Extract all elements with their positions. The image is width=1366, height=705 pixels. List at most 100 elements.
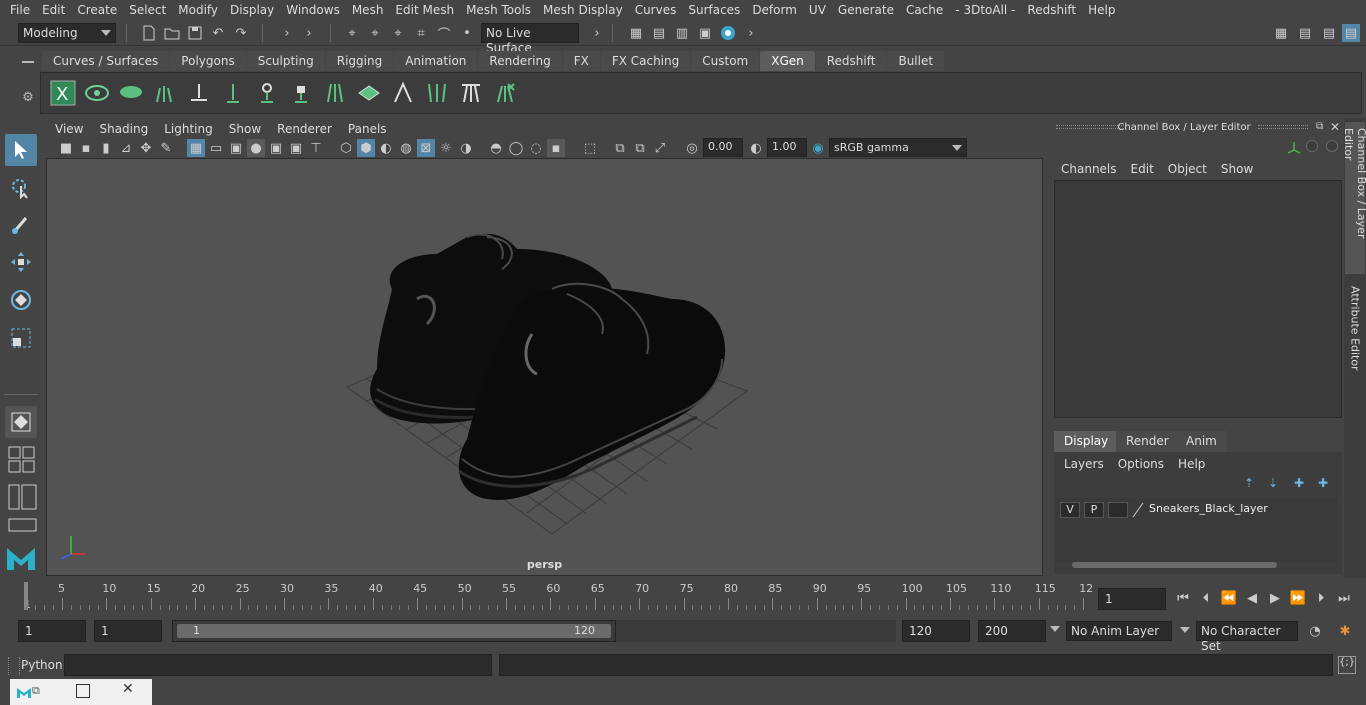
open-scene-icon[interactable]	[163, 24, 181, 42]
xgen-preview-icon[interactable]	[83, 79, 111, 107]
toggle-layout-icon[interactable]: ▤	[1320, 24, 1338, 42]
menu-3dtoall[interactable]: - 3DtoAll -	[949, 3, 1021, 17]
tab-bullet[interactable]: Bullet	[887, 51, 945, 71]
render-settings-icon[interactable]: ▦	[627, 24, 645, 42]
select-object-icon[interactable]: ⌖	[366, 24, 384, 42]
cb-menu-edit[interactable]: Edit	[1124, 162, 1161, 176]
command-input[interactable]	[64, 654, 492, 676]
axis-icon[interactable]	[1286, 140, 1302, 154]
shelf-menu-icon[interactable]	[18, 56, 38, 68]
menu-mesh-tools[interactable]: Mesh Tools	[460, 3, 537, 17]
multi-view-icon[interactable]: ⧉	[611, 139, 629, 157]
resolution-gate-icon[interactable]: ▣	[227, 139, 245, 157]
script-editor-icon[interactable]: {;}	[1338, 656, 1356, 674]
collapse-arrow-icon[interactable]: ›	[278, 24, 296, 42]
rotate-tool-icon[interactable]	[5, 284, 37, 316]
close-icon[interactable]: ✕	[122, 681, 136, 699]
scene-canvas[interactable]	[47, 159, 1044, 577]
snap-point-icon[interactable]: •	[458, 24, 476, 42]
field-chart-icon[interactable]: ▣	[267, 139, 285, 157]
restore-icon[interactable]: ⧉	[32, 684, 46, 698]
tab-polygons[interactable]: Polygons	[170, 51, 246, 71]
scene-end-field[interactable]: 200	[978, 620, 1046, 642]
layer-playback-toggle[interactable]: P	[1084, 502, 1104, 518]
gamma-field[interactable]: 1.00	[767, 138, 807, 157]
menu-windows[interactable]: Windows	[280, 3, 346, 17]
layout-outliner-icon[interactable]	[8, 484, 38, 510]
range-slider-handle[interactable]	[177, 624, 611, 638]
status-dot-icon[interactable]	[1326, 140, 1338, 152]
new-layer-icon[interactable]: ✚	[1294, 476, 1304, 490]
play-backwards-icon[interactable]: ◀	[1243, 589, 1261, 607]
menu-mesh[interactable]: Mesh	[346, 3, 390, 17]
time-slider[interactable]: 1 51015202530354045505560657075808590951…	[18, 580, 1093, 612]
gamma-icon[interactable]: ◐	[747, 139, 765, 157]
wireframe-icon[interactable]: ⬡	[337, 139, 355, 157]
vp-menu-shading[interactable]: Shading	[91, 122, 156, 136]
layer-name[interactable]: Sneakers_Black_layer	[1149, 502, 1268, 515]
xray-active-icon[interactable]: ▪	[547, 139, 565, 157]
menu-select[interactable]: Select	[123, 3, 172, 17]
safe-action-icon[interactable]: ▣	[287, 139, 305, 157]
collapse-arrow-icon[interactable]: ›	[588, 24, 606, 42]
go-to-end-icon[interactable]: ⏭	[1335, 589, 1353, 607]
xgen-cut-icon[interactable]	[389, 79, 417, 107]
menu-edit[interactable]: Edit	[36, 3, 71, 17]
camera-icon[interactable]: ■	[57, 139, 75, 157]
xgen-sculpt-icon[interactable]	[321, 79, 349, 107]
step-forward-key-icon[interactable]: ⏩	[1289, 589, 1307, 607]
gate-mask-icon[interactable]: ●	[247, 139, 265, 157]
step-back-frame-icon[interactable]: ⏴	[1197, 589, 1215, 607]
tab-anim[interactable]: Anim	[1176, 431, 1227, 452]
tab-render[interactable]: Render	[1116, 431, 1179, 452]
layer-type-toggle[interactable]	[1108, 502, 1128, 518]
undo-icon[interactable]: ↶	[209, 24, 227, 42]
color-space-dropdown[interactable]: sRGB gamma	[829, 138, 967, 157]
new-layer-selected-icon[interactable]: ✚	[1318, 476, 1328, 490]
scale-tool-icon[interactable]	[5, 322, 37, 354]
layer-visibility-toggle[interactable]: V	[1060, 502, 1080, 518]
collapse-arrow-icon[interactable]: ›	[300, 24, 318, 42]
move-layer-down-icon[interactable]: ⇣	[1268, 476, 1278, 490]
wireframe-on-shaded-icon[interactable]: ◐	[377, 139, 395, 157]
tab-redshift[interactable]: Redshift	[815, 51, 887, 71]
select-hierarchy-icon[interactable]: ⌖	[343, 24, 361, 42]
xgen-move-guide-icon[interactable]	[185, 79, 213, 107]
vp-menu-view[interactable]: View	[47, 122, 91, 136]
render-frame-icon[interactable]: ▤	[650, 24, 668, 42]
play-forwards-icon[interactable]: ▶	[1266, 589, 1284, 607]
shadows-icon[interactable]: ☼	[437, 139, 455, 157]
live-surface-field[interactable]: No Live Surface	[481, 23, 579, 55]
layout-quad-icon[interactable]	[8, 446, 38, 474]
xray-joints-icon[interactable]: ◌	[527, 139, 545, 157]
menu-modify[interactable]: Modify	[172, 3, 224, 17]
tab-xgen[interactable]: XGen	[760, 51, 815, 71]
le-menu-layers[interactable]: Layers	[1057, 457, 1111, 471]
cb-menu-object[interactable]: Object	[1161, 162, 1214, 176]
tab-display[interactable]: Display	[1054, 431, 1119, 452]
status-dot-icon[interactable]	[1306, 140, 1318, 152]
menu-mesh-display[interactable]: Mesh Display	[537, 3, 629, 17]
2d-pan-icon[interactable]: ✥	[137, 139, 155, 157]
lasso-tool-icon[interactable]	[5, 172, 37, 204]
tab-attribute-editor[interactable]: Attribute Editor	[1345, 280, 1365, 380]
toggle-layout-icon[interactable]: ▤	[1296, 24, 1314, 42]
xgen-smooth-icon[interactable]	[457, 79, 485, 107]
move-layer-up-icon[interactable]: ⇡	[1244, 476, 1254, 490]
workspace-icon[interactable]: ▦	[1272, 24, 1290, 42]
use-all-lights-icon[interactable]: ⊠	[417, 139, 435, 157]
tab-sculpting[interactable]: Sculpting	[246, 51, 325, 71]
go-to-start-icon[interactable]: ⏮	[1174, 589, 1192, 607]
isolate-select-icon[interactable]: ◓	[487, 139, 505, 157]
playback-end-field[interactable]: 120	[902, 620, 970, 642]
tab-rigging[interactable]: Rigging	[325, 51, 394, 71]
ambient-occlusion-icon[interactable]: ◑	[457, 139, 475, 157]
command-language-label[interactable]: Python	[21, 658, 63, 672]
xgen-noise-icon[interactable]	[491, 79, 519, 107]
layout-single-icon[interactable]	[8, 518, 38, 532]
move-tool-icon[interactable]	[5, 246, 37, 278]
menu-edit-mesh[interactable]: Edit Mesh	[389, 3, 460, 17]
exposure-field[interactable]: 0.00	[703, 138, 743, 157]
tab-animation[interactable]: Animation	[394, 51, 478, 71]
vp-menu-renderer[interactable]: Renderer	[269, 122, 340, 136]
